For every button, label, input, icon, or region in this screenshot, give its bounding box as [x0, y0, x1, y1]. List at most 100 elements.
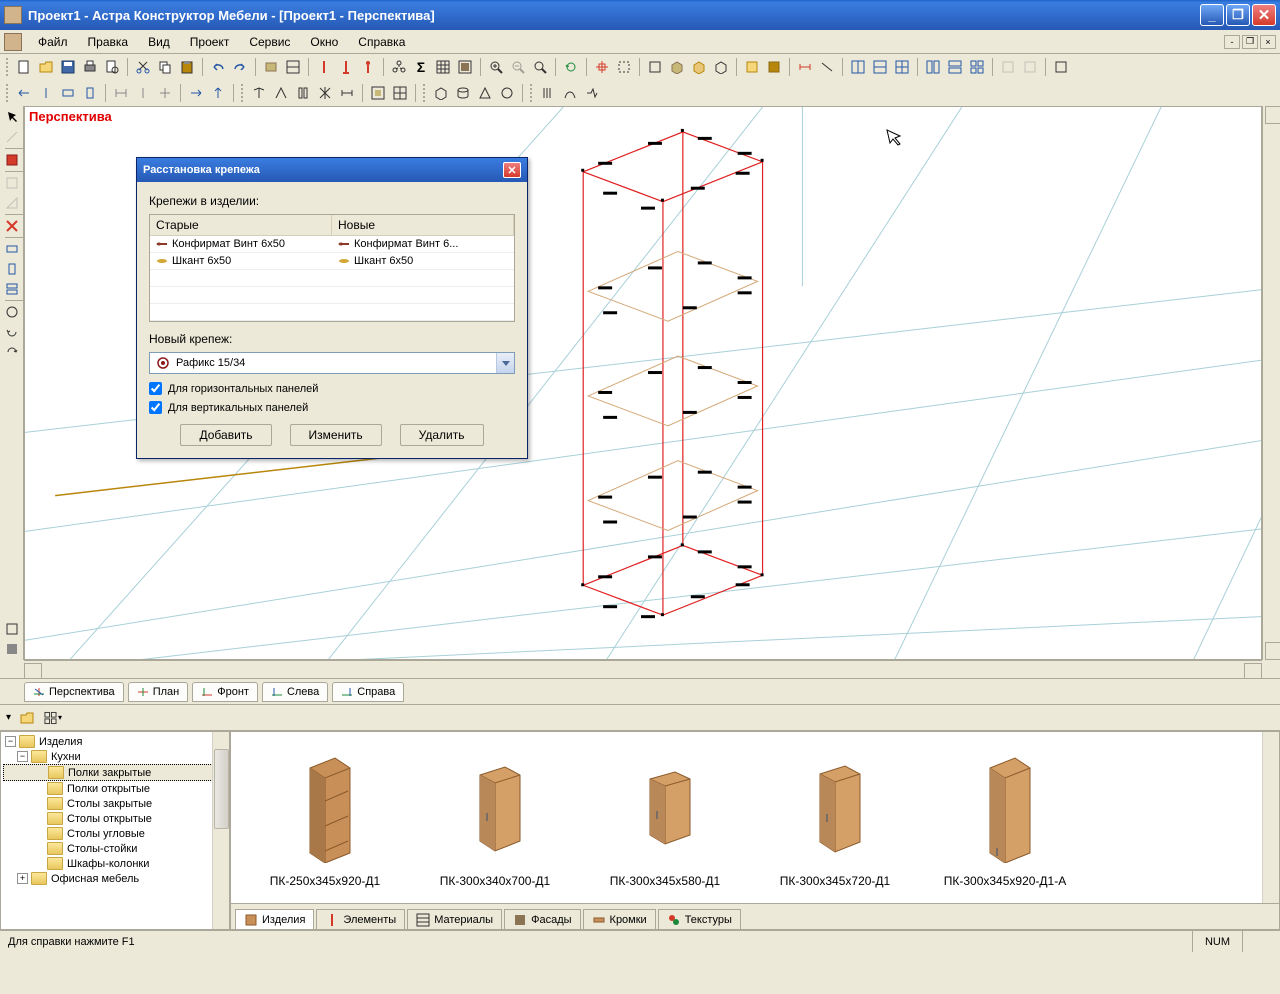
tree-leaf[interactable]: Полки закрытые — [3, 764, 227, 781]
lib-tab-elements[interactable]: Элементы — [316, 909, 405, 929]
tool-icon[interactable] — [390, 83, 410, 103]
tool-icon[interactable] — [431, 83, 451, 103]
tool-icon[interactable] — [337, 83, 357, 103]
pointer-icon[interactable] — [2, 108, 22, 126]
mdi-minimize[interactable]: - — [1224, 35, 1240, 49]
mdi-close[interactable]: × — [1260, 35, 1276, 49]
document-icon[interactable] — [4, 33, 22, 51]
print-icon[interactable] — [80, 57, 100, 77]
structure-icon[interactable] — [389, 57, 409, 77]
col-new[interactable]: Новые — [332, 215, 514, 235]
menu-edit[interactable]: Правка — [80, 32, 137, 52]
tool-icon[interactable] — [36, 83, 56, 103]
view-options-icon[interactable]: ▾ — [43, 708, 63, 728]
rotate-tool-icon[interactable] — [2, 323, 22, 341]
preview-icon[interactable] — [102, 57, 122, 77]
config-icon[interactable] — [455, 57, 475, 77]
tool-icon[interactable] — [133, 83, 153, 103]
rotate-tool-icon[interactable] — [2, 343, 22, 361]
tool-icon[interactable] — [249, 83, 269, 103]
fastener-icon[interactable] — [358, 57, 378, 77]
menu-help[interactable]: Справка — [350, 32, 413, 52]
dim-icon[interactable] — [817, 57, 837, 77]
view-tab-front[interactable]: Фронт — [192, 682, 258, 702]
tool-icon[interactable] — [538, 83, 558, 103]
layer-icon[interactable] — [764, 57, 784, 77]
minimize-button[interactable]: _ — [1200, 4, 1224, 26]
sum-icon[interactable]: Σ — [411, 57, 431, 77]
tree-leaf[interactable]: Столы открытые — [3, 811, 227, 826]
tool-icon[interactable] — [475, 83, 495, 103]
layout-icon[interactable] — [923, 57, 943, 77]
toolbar-handle[interactable] — [530, 84, 534, 102]
toolbar-handle[interactable] — [6, 84, 10, 102]
misc-tool-icon[interactable] — [2, 640, 22, 658]
catalog-items[interactable]: ПК-250х345х920-Д1 ПК-300х340х700-Д1 ПК-3… — [231, 732, 1279, 903]
dialog-close-icon[interactable]: ✕ — [503, 162, 521, 178]
snap-icon[interactable] — [592, 57, 612, 77]
catalog-scrollbar[interactable] — [1262, 732, 1279, 903]
line-icon[interactable] — [2, 128, 22, 146]
combo-dropdown-icon[interactable] — [496, 353, 514, 373]
grid-icon[interactable] — [433, 57, 453, 77]
zoom-in-icon[interactable] — [486, 57, 506, 77]
tool-icon[interactable] — [80, 83, 100, 103]
paste-icon[interactable] — [177, 57, 197, 77]
misc-tool-icon[interactable] — [2, 620, 22, 638]
edit-button[interactable]: Изменить — [290, 424, 382, 446]
view-icon[interactable] — [711, 57, 731, 77]
menu-file[interactable]: Файл — [30, 32, 76, 52]
dialog-titlebar[interactable]: Расстановка крепежа ✕ — [137, 158, 527, 182]
tool-icon[interactable] — [186, 83, 206, 103]
fastener-table[interactable]: Старые Новые Конфирмат Винт 6x50 Конфирм… — [149, 214, 515, 322]
menu-project[interactable]: Проект — [182, 32, 238, 52]
view-tab-perspective[interactable]: Перспектива — [24, 682, 124, 702]
tool-icon[interactable] — [582, 83, 602, 103]
view-icon[interactable] — [689, 57, 709, 77]
catalog-item[interactable]: ПК-250х345х920-Д1 — [255, 748, 395, 888]
tool-icon[interactable] — [497, 83, 517, 103]
catalog-item[interactable]: ПК-300х340х700-Д1 — [425, 748, 565, 888]
menu-view[interactable]: Вид — [140, 32, 178, 52]
panel-icon[interactable] — [2, 151, 22, 169]
layout-icon[interactable] — [945, 57, 965, 77]
new-icon[interactable] — [14, 57, 34, 77]
tree-panel[interactable]: −Изделия −Кухни Полки закрытые Полки отк… — [0, 731, 230, 930]
tool-icon[interactable] — [58, 83, 78, 103]
layout-icon[interactable] — [967, 57, 987, 77]
undo-icon[interactable] — [208, 57, 228, 77]
tool-icon[interactable] — [315, 83, 335, 103]
horizontal-scrollbar[interactable] — [24, 660, 1262, 678]
tool-icon[interactable] — [271, 83, 291, 103]
panel-tool-icon[interactable] — [2, 240, 22, 258]
catalog-item[interactable]: ПК-300х345х920-Д1-А — [935, 748, 1075, 888]
tool-icon[interactable] — [283, 57, 303, 77]
redo-icon[interactable] — [230, 57, 250, 77]
save-icon[interactable] — [58, 57, 78, 77]
split-icon[interactable] — [892, 57, 912, 77]
shape-icon[interactable] — [2, 194, 22, 212]
tree-leaf[interactable]: Столы-стойки — [3, 841, 227, 856]
tool-icon[interactable] — [368, 83, 388, 103]
delete-button[interactable]: Удалить — [400, 424, 484, 446]
shape-icon[interactable] — [2, 174, 22, 192]
table-row[interactable]: Шкант 6x50 Шкант 6x50 — [150, 253, 514, 270]
toolbar-handle[interactable] — [241, 84, 245, 102]
add-button[interactable]: Добавить — [180, 424, 271, 446]
check-vertical[interactable]: Для вертикальных панелей — [149, 401, 515, 414]
fastener-icon[interactable] — [314, 57, 334, 77]
tree-scrollbar[interactable] — [212, 732, 229, 929]
tree-leaf[interactable]: Полки открытые — [3, 781, 227, 796]
cut-icon[interactable] — [133, 57, 153, 77]
tree-leaf[interactable]: Столы угловые — [3, 826, 227, 841]
mdi-restore[interactable]: ❐ — [1242, 35, 1258, 49]
tool-icon[interactable] — [560, 83, 580, 103]
tree-leaf[interactable]: Столы закрытые — [3, 796, 227, 811]
menu-window[interactable]: Окно — [302, 32, 346, 52]
maximize-button[interactable]: ❐ — [1226, 4, 1250, 26]
catalog-item[interactable]: ПК-300х345х720-Д1 — [765, 748, 905, 888]
split-icon[interactable] — [848, 57, 868, 77]
lib-tab-materials[interactable]: Материалы — [407, 909, 502, 929]
toolbar-handle[interactable] — [423, 84, 427, 102]
tool-icon[interactable] — [208, 83, 228, 103]
